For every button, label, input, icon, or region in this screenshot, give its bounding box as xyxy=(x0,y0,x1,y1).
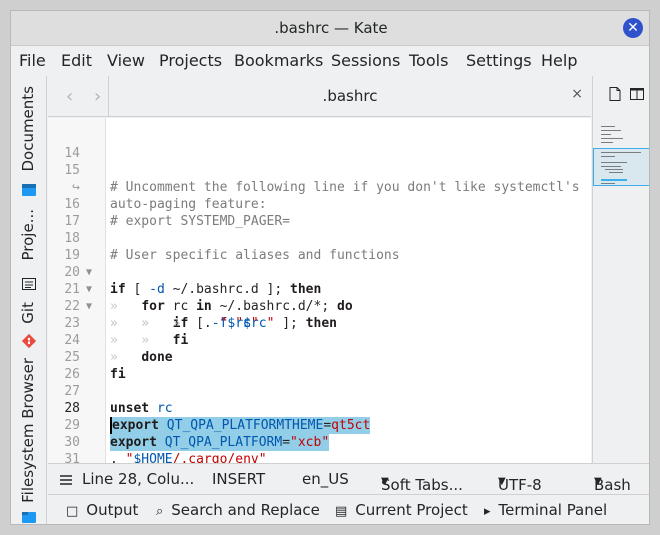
syntax-mode[interactable]: Bash ▼ xyxy=(594,470,631,494)
minimap-line xyxy=(601,156,615,157)
current-project-button[interactable]: ▤ Current Project xyxy=(335,501,468,519)
code-line: 24 » done xyxy=(48,315,591,365)
menu-sessions[interactable]: Sessions xyxy=(331,51,400,70)
code-line: 19 ▼ if [ -d ~/.bashrc.d ]; then xyxy=(48,230,591,297)
minimap-line xyxy=(601,152,641,153)
code-line: 16 # export SYSTEMD_PAGER= xyxy=(48,179,591,229)
new-document-icon[interactable] xyxy=(607,86,623,102)
code-editor[interactable]: 14 15 # Uncomment the following line if … xyxy=(48,118,591,467)
sidebar-tab-git-label: Git xyxy=(19,302,37,324)
minimap-panel[interactable] xyxy=(592,76,649,463)
sidebar-tab-git[interactable]: Git xyxy=(19,302,37,324)
title-bar: .bashrc — Kate ✕ xyxy=(11,11,649,46)
menu-tools[interactable]: Tools xyxy=(409,51,448,70)
code-line: 18 # User specific aliases and functions xyxy=(48,213,591,263)
indentation-setting[interactable]: Soft Tabs... ▼ xyxy=(381,470,463,494)
terminal-panel-button[interactable]: ▸ Terminal Panel xyxy=(484,501,607,519)
minimap-line xyxy=(601,142,613,143)
minimap-line xyxy=(601,162,627,163)
chat-bubble-icon: □ xyxy=(66,504,79,519)
documents-icon xyxy=(22,184,36,196)
sidebar-tab-projects-label: Proje... xyxy=(19,209,37,261)
encoding-label: UTF-8 xyxy=(498,476,542,494)
code-line: 29 export QT_QPA_PLATFORM="xcb" xyxy=(48,400,591,451)
spellcheck-dictionary[interactable]: en_US xyxy=(302,470,349,488)
close-icon[interactable]: ✕ xyxy=(623,18,643,38)
menu-view[interactable]: View xyxy=(107,51,145,70)
code-line: 31 xyxy=(48,434,591,467)
folder-icon xyxy=(22,512,36,523)
minimap-line xyxy=(601,134,611,135)
sidebar-tab-filesystem-browser-label: Filesystem Browser xyxy=(19,358,37,503)
split-view-icon[interactable] xyxy=(629,86,645,102)
code-line: 17 xyxy=(48,196,591,229)
search-icon: ⌕ xyxy=(156,504,164,519)
sidebar-tab-documents[interactable]: Documents xyxy=(19,86,37,172)
forward-icon[interactable]: › xyxy=(94,86,101,107)
code-line: 20 ▼ » for rc in ~/.bashrc.d/*; do xyxy=(48,247,591,314)
menu-bookmarks[interactable]: Bookmarks xyxy=(234,51,323,70)
output-panel-button[interactable]: □ Output xyxy=(66,501,138,519)
code-line: 14 xyxy=(48,128,591,161)
minimap-line xyxy=(601,138,623,139)
menu-file[interactable]: File xyxy=(19,51,46,70)
left-sidebar: Documents Proje... Git Filesystem Browse… xyxy=(11,76,47,524)
tab-close-icon[interactable]: × xyxy=(571,86,583,102)
code-line: 28 export QT_QPA_PLATFORMTHEME=qt5ct xyxy=(48,383,591,434)
window-title: .bashrc — Kate xyxy=(274,19,388,37)
encoding-setting[interactable]: UTF-8 ▼ xyxy=(498,470,542,494)
minimap-line xyxy=(601,166,621,167)
sidebar-tab-documents-label: Documents xyxy=(19,86,37,172)
code-line: 27 unset rc xyxy=(48,366,591,416)
menu-projects[interactable]: Projects xyxy=(159,51,222,70)
terminal-panel-label: Terminal Panel xyxy=(498,501,608,519)
input-mode[interactable]: INSERT xyxy=(212,470,265,488)
kate-window: .bashrc — Kate ✕ File Edit View Projects… xyxy=(10,10,650,525)
output-panel-label: Output xyxy=(86,501,139,519)
code-line: ↪ auto-paging feature: xyxy=(48,162,591,212)
project-list-icon: ▤ xyxy=(335,504,348,519)
minimap-line xyxy=(605,169,623,170)
syntax-label: Bash xyxy=(594,476,631,494)
sidebar-tab-filesystem-browser[interactable]: Filesystem Browser xyxy=(19,358,37,503)
menu-settings[interactable]: Settings xyxy=(466,51,532,70)
minimap-line xyxy=(601,183,615,184)
menu-bar: File Edit View Projects Bookmarks Sessio… xyxy=(11,47,649,75)
code-line: 25 fi xyxy=(48,332,591,382)
minimap-line xyxy=(601,130,621,131)
bottom-panel-bar: □ Output ⌕ Search and Replace ▤ Current Pro… xyxy=(48,494,649,524)
menu-edit[interactable]: Edit xyxy=(61,51,92,70)
search-and-replace-button[interactable]: ⌕ Search and Replace xyxy=(156,501,320,519)
code-line: 26 xyxy=(48,349,591,382)
cursor-position[interactable]: Line 28, Colu... xyxy=(82,470,194,488)
minimap-selection xyxy=(601,179,627,181)
code-line: 23 » » fi xyxy=(48,298,591,348)
minimap-line xyxy=(601,126,615,127)
sidebar-tab-projects[interactable]: Proje... xyxy=(19,209,37,261)
project-icon xyxy=(22,278,36,290)
code-line: 22 » » » . "$rc" xyxy=(48,281,591,331)
back-icon[interactable]: ‹ xyxy=(66,86,73,107)
terminal-icon: ▸ xyxy=(484,504,491,519)
search-and-replace-label: Search and Replace xyxy=(171,501,320,519)
status-bar: Line 28, Colu... INSERT en_US Soft Tabs.… xyxy=(48,463,649,494)
tab-bar: ‹ › .bashrc × xyxy=(48,76,591,117)
indentation-label: Soft Tabs... xyxy=(381,476,463,494)
code-line: 21 ▼ » » if [ -f "$rc" ]; then xyxy=(48,264,591,331)
hamburger-menu-icon[interactable] xyxy=(58,472,74,488)
current-project-label: Current Project xyxy=(355,501,468,519)
menu-help[interactable]: Help xyxy=(541,51,577,70)
tab-bashrc[interactable]: .bashrc × xyxy=(108,76,591,117)
code-line: 30 . "$HOME/.cargo/env" xyxy=(48,417,591,467)
minimap-line xyxy=(609,172,623,173)
code-line: 15 # Uncomment the following line if you… xyxy=(48,145,591,195)
git-icon xyxy=(21,333,37,349)
tab-title: .bashrc xyxy=(322,87,378,105)
